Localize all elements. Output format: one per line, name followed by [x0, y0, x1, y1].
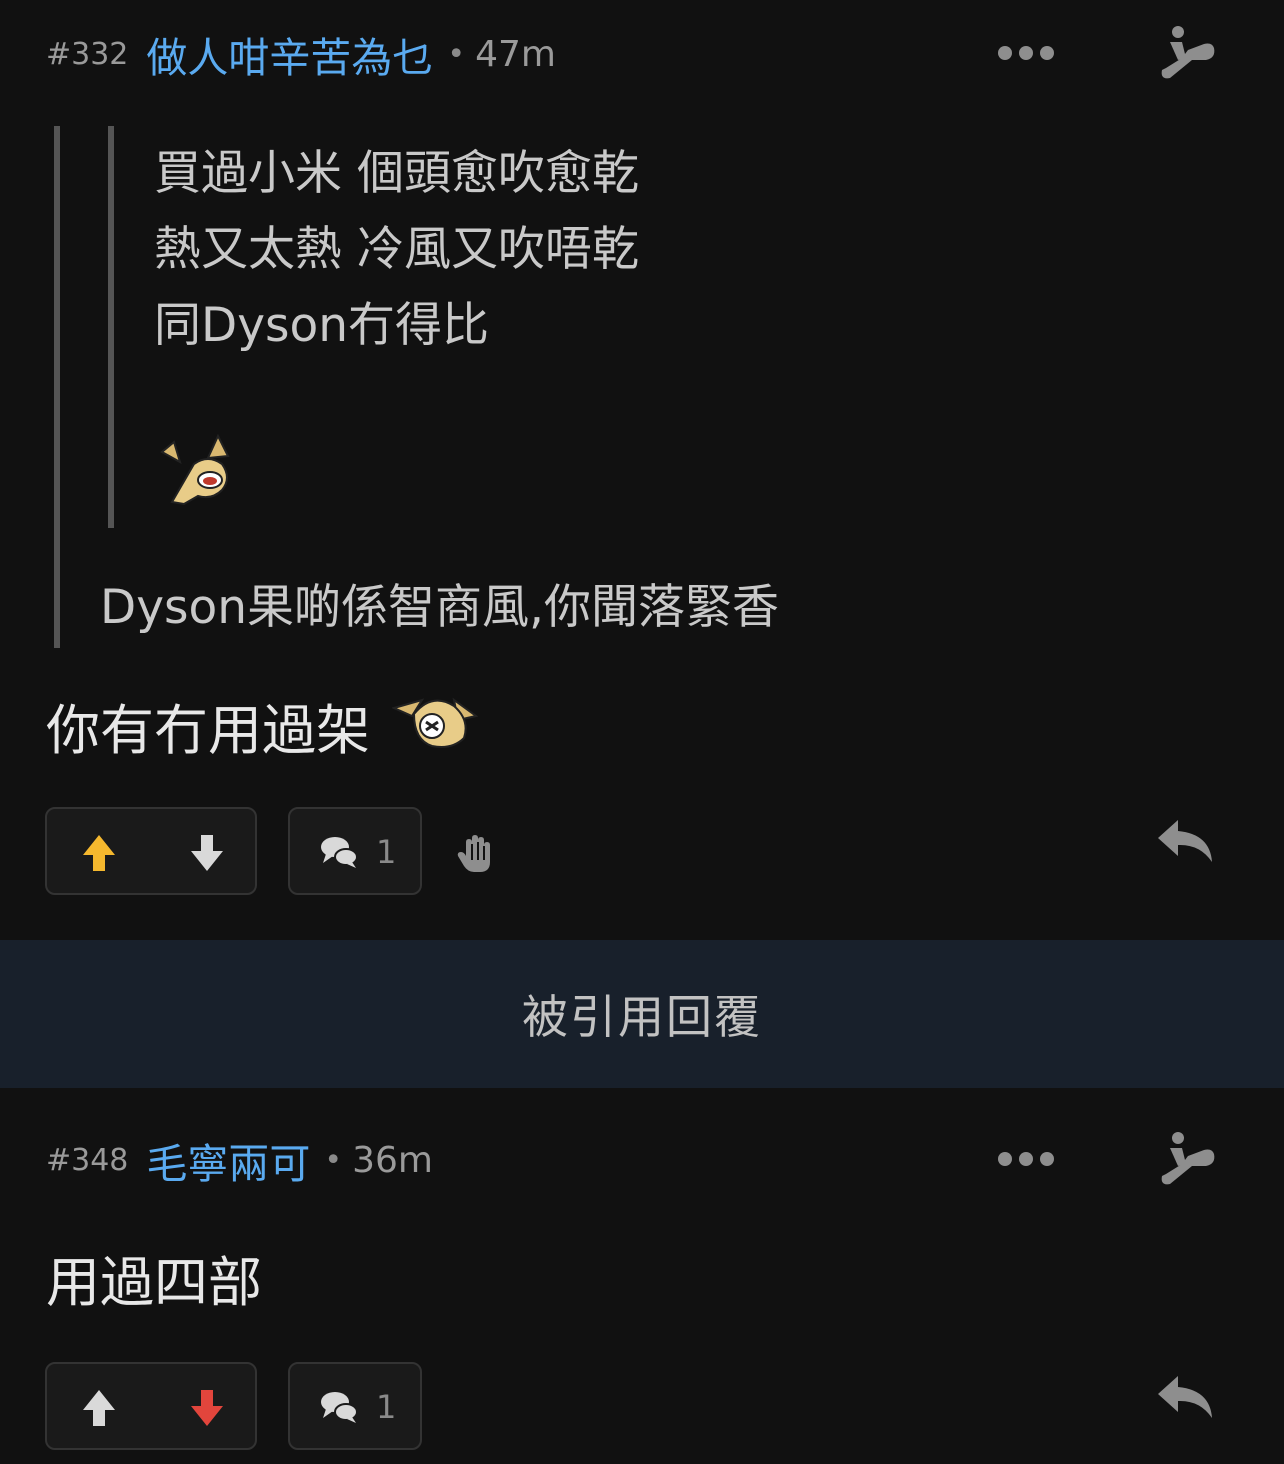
post-header: #332 做人咁辛苦為乜 • 47m	[46, 28, 556, 83]
hand-icon[interactable]	[456, 834, 494, 874]
more-dots-icon	[998, 1152, 1012, 1166]
comment-bubbles-icon	[321, 1392, 358, 1423]
escalator-icon[interactable]	[1156, 1130, 1220, 1188]
vote-box	[45, 1362, 257, 1450]
sticker-icon	[160, 434, 230, 506]
username-link[interactable]: 毛寧兩可	[146, 1130, 310, 1190]
nested-quote-line: 熱又太熱 冷風又吹唔乾	[154, 222, 639, 277]
quote-bar-outer	[54, 126, 60, 648]
post-number: #332	[46, 36, 129, 72]
quoted-replies-divider: 被引用回覆	[0, 940, 1284, 1088]
post-348: #348 毛寧兩可 • 36m 用過四部 1	[0, 1088, 1284, 1464]
separator-dot: •	[324, 1142, 343, 1178]
post-332: #332 做人咁辛苦為乜 • 47m 買過小米 個頭愈吹愈乾 熱又太熱 冷風又吹…	[0, 0, 1284, 940]
more-options-button[interactable]	[998, 1150, 1054, 1168]
more-options-button[interactable]	[998, 44, 1054, 62]
comment-count: 1	[376, 833, 397, 871]
arrow-up-icon[interactable]	[77, 831, 121, 875]
arrow-down-icon[interactable]	[185, 1386, 229, 1430]
comment-count: 1	[376, 1388, 397, 1426]
escalator-icon[interactable]	[1156, 24, 1220, 82]
post-time: 36m	[352, 1139, 433, 1181]
separator-dot: •	[447, 36, 466, 72]
comments-button[interactable]: 1	[288, 1362, 422, 1450]
comment-bubbles-icon	[321, 837, 358, 868]
quote-text: Dyson果啲係智商風,你聞落緊香	[100, 580, 779, 635]
post-time: 47m	[475, 33, 556, 75]
nested-quote-line: 買過小米 個頭愈吹愈乾	[154, 146, 639, 201]
more-dots-icon	[998, 46, 1012, 60]
comments-button[interactable]: 1	[288, 807, 422, 895]
reply-arrow-icon[interactable]	[1156, 1374, 1214, 1420]
arrow-up-icon[interactable]	[77, 1386, 121, 1430]
nested-quote-line: 同Dyson冇得比	[154, 298, 490, 353]
post-body: 你有冇用過架	[46, 699, 370, 762]
post-header: #348 毛寧兩可 • 36m	[46, 1134, 433, 1189]
quote-bar-inner	[108, 126, 114, 528]
vote-box	[45, 807, 257, 895]
reply-arrow-icon[interactable]	[1156, 818, 1214, 864]
username-link[interactable]: 做人咁辛苦為乜	[146, 24, 433, 84]
post-body: 用過四部	[46, 1251, 262, 1314]
divider-label: 被引用回覆	[522, 990, 762, 1044]
sticker-icon	[392, 697, 478, 748]
arrow-down-icon[interactable]	[185, 831, 229, 875]
post-number: #348	[46, 1142, 129, 1178]
